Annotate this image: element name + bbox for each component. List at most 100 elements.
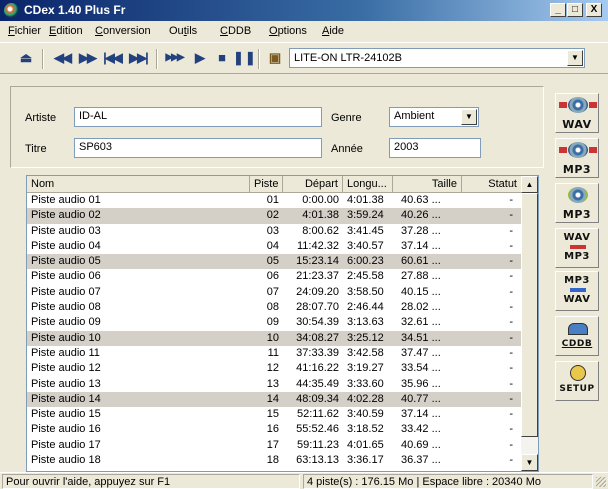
resize-grip[interactable] (596, 477, 606, 487)
stop-icon[interactable]: ■ (211, 50, 231, 66)
track-length-cell: 3:40.59 (347, 408, 384, 421)
track-row[interactable]: Piste audio 18 18 63:13.13 3:36.17 36.37 ...… (27, 453, 522, 468)
menu-conversion[interactable]: Conversion (95, 25, 151, 37)
track-track-cell: 18 (266, 454, 279, 467)
disc-convert-icon (568, 187, 588, 203)
track-row[interactable]: Piste audio 07 07 24:09.20 3:58.50 40.15 ...… (27, 285, 522, 300)
title-field[interactable]: SP603 (74, 138, 322, 158)
menu-options[interactable]: Options (269, 25, 307, 37)
menu-fichier[interactable]: Fichier (8, 25, 41, 37)
track-name-cell: Piste audio 15 (31, 408, 101, 421)
minimize-button[interactable]: _ (550, 3, 566, 17)
track-length-cell: 3:13.63 (347, 316, 384, 329)
mp3-wav-convert-button[interactable]: MP3 WAV (555, 271, 599, 311)
column-header-length[interactable]: Longu... (343, 176, 393, 193)
cdex-app-icon[interactable] (4, 3, 19, 18)
track-row[interactable]: Piste audio 04 04 11:42.32 3:40.57 37.14 ...… (27, 239, 522, 254)
menu-aide[interactable]: Aide (322, 25, 344, 37)
close-button[interactable]: X (586, 3, 602, 17)
track-row[interactable]: Piste audio 17 17 59:11.23 4:01.65 40.69 ...… (27, 438, 522, 453)
track-row[interactable]: Piste audio 14 14 48:09.34 4:02.28 40.77 ...… (27, 391, 522, 408)
track-size-cell: 35.96 ... (401, 377, 441, 390)
track-track-cell: 09 (266, 316, 279, 329)
arrow-icon (559, 147, 567, 153)
artist-field[interactable]: ID-AL (74, 107, 322, 127)
track-status-cell: - (509, 255, 513, 268)
cd-to-mp3-button[interactable]: MP3 (555, 138, 599, 178)
track-track-cell: 12 (266, 362, 279, 375)
scroll-up-button[interactable]: ▲ (521, 176, 538, 193)
track-row[interactable]: Piste audio 10 10 34:08.27 3:25.12 34.51 ...… (27, 330, 522, 346)
track-row[interactable]: Piste audio 09 09 30:54.39 3:13.63 32.61 ...… (27, 315, 522, 330)
track-length-cell: 3:58.50 (347, 285, 384, 298)
skip-icon[interactable]: ▶▶▶ (164, 50, 184, 66)
track-row[interactable]: Piste audio 03 03 8:00.62 3:41.45 37.28 ... - (27, 224, 522, 239)
track-track-cell: 10 (266, 331, 279, 344)
previous-track-icon[interactable]: |◀◀ (102, 50, 123, 66)
scroll-down-button[interactable]: ▼ (521, 454, 538, 471)
track-size-cell: 36.37 ... (401, 454, 441, 467)
track-name-cell: Piste audio 14 (31, 392, 101, 405)
track-row[interactable]: Piste audio 16 16 55:52.46 3:18.52 33.42 ...… (27, 422, 522, 437)
chevron-down-icon[interactable]: ▼ (567, 50, 583, 66)
genre-label: Genre (331, 112, 362, 124)
drive-select[interactable]: LITE-ON LTR-24102B ▼ (289, 48, 585, 68)
status-bar: Pour ouvrir l'aide, appuyez sur F1 4 pis… (0, 472, 608, 489)
track-start-cell: 28:07.70 (296, 301, 339, 314)
track-status-cell: - (509, 392, 513, 405)
menu-bar: Fichier Edition Conversion Outils CDDB O… (0, 22, 608, 41)
track-row[interactable]: Piste audio 05 05 15:23.14 6:00.23 60.61 ...… (27, 254, 522, 270)
column-header-size[interactable]: Taille (393, 176, 462, 193)
track-status-cell: - (509, 270, 513, 283)
track-row[interactable]: Piste audio 02 02 4:01.38 3:59.24 40.26 ... - (27, 208, 522, 224)
chevron-down-icon[interactable]: ▼ (461, 109, 477, 125)
track-status-cell: - (509, 408, 513, 421)
column-header-track[interactable]: Piste (250, 176, 283, 193)
track-start-cell: 30:54.39 (296, 316, 339, 329)
maximize-button[interactable]: □ (567, 3, 583, 17)
column-header-start[interactable]: Départ (283, 176, 343, 193)
column-header-name[interactable]: Nom (27, 176, 250, 193)
cddb-button[interactable]: CDDB (555, 316, 599, 356)
track-list[interactable]: Nom Piste Départ Longu... Taille Statut … (26, 175, 539, 472)
track-row[interactable]: Piste audio 12 12 41:16.22 3:19.27 33.54 ...… (27, 361, 522, 376)
menu-cddb[interactable]: CDDB (220, 25, 251, 37)
wav-to-mp3-button[interactable]: MP3 (555, 183, 599, 223)
track-status-cell: - (509, 239, 513, 252)
menu-edition[interactable]: Edition (49, 25, 83, 37)
next-track-icon[interactable]: ▶▶| (128, 50, 149, 66)
setup-button[interactable]: SETUP (555, 361, 599, 401)
eject-icon[interactable]: ⏏ (15, 50, 35, 66)
wav-mp3-convert-button[interactable]: WAV MP3 (555, 228, 599, 268)
track-row[interactable]: Piste audio 15 15 52:11.62 3:40.59 37.14 ...… (27, 407, 522, 422)
menu-outils[interactable]: Outils (169, 25, 197, 37)
track-track-cell: 11 (267, 346, 279, 359)
scrollbar-thumb[interactable] (521, 193, 538, 437)
pause-icon[interactable]: ❚❚ (233, 50, 256, 66)
track-row[interactable]: Piste audio 08 08 28:07.70 2:46.44 28.02 ...… (27, 300, 522, 315)
cd-to-wav-button[interactable]: WAV (555, 93, 599, 133)
genre-select[interactable]: Ambient ▼ (389, 107, 479, 127)
vertical-scrollbar[interactable]: ▲ ▼ (521, 176, 538, 471)
year-label: Année (331, 143, 363, 155)
track-row[interactable]: Piste audio 06 06 21:23.37 2:45.58 27.88 ...… (27, 269, 522, 284)
play-icon[interactable]: ▶ (189, 50, 209, 66)
wav-label: WAV (562, 118, 592, 131)
cd-info-icon[interactable]: ▣ (264, 50, 284, 66)
column-header-status[interactable]: Statut (462, 176, 522, 193)
status-info-text: 4 piste(s) : 176.15 Mo | Espace libre : … (303, 474, 593, 489)
track-name-cell: Piste audio 01 (31, 194, 101, 206)
track-row[interactable]: Piste audio 11 11 37:33.39 3:42.58 37.47 ...… (27, 346, 522, 361)
year-field[interactable]: 2003 (389, 138, 481, 158)
title-label: Titre (25, 143, 47, 155)
track-track-cell: 13 (266, 377, 279, 390)
convert-arrow-icon (570, 288, 586, 292)
track-start-cell: 11:42.32 (296, 239, 339, 252)
fast-forward-icon[interactable]: ▶▶ (77, 50, 97, 66)
track-row[interactable]: Piste audio 13 13 44:35.49 3:33.60 35.96 ...… (27, 377, 522, 392)
track-name-cell: Piste audio 03 (31, 224, 101, 237)
track-status-cell: - (509, 377, 513, 390)
toolbar-separator (42, 49, 44, 69)
rewind-icon[interactable]: ◀◀ (52, 50, 72, 66)
track-row[interactable]: Piste audio 01 01 0:00.00 4:01.38 40.63 ... - (27, 193, 522, 208)
